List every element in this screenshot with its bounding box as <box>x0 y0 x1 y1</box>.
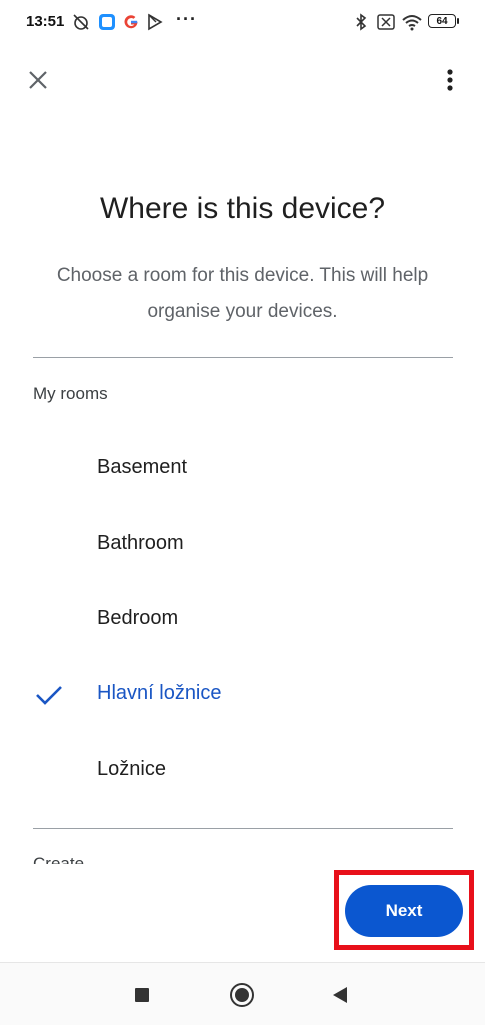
more-notifications-icon: ··· <box>176 9 197 29</box>
play-store-icon <box>146 12 164 32</box>
recents-button[interactable] <box>124 977 160 1013</box>
divider-bottom <box>33 828 453 829</box>
back-button[interactable] <box>322 977 358 1013</box>
room-label: Bedroom <box>97 607 179 629</box>
home-button[interactable] <box>224 977 260 1013</box>
room-option-bedroom[interactable]: Bedroom <box>0 589 485 649</box>
messenger-icon <box>98 12 116 32</box>
back-triangle-icon <box>333 987 347 1003</box>
next-section-heading: Create <box>33 854 85 864</box>
home-circle-icon <box>230 983 254 1007</box>
status-bar: 13:51 ··· 64 <box>0 0 485 44</box>
room-label: Bathroom <box>97 532 184 554</box>
next-button[interactable]: Next <box>345 885 463 937</box>
room-label: Ložnice <box>97 758 166 780</box>
room-option-loznice[interactable]: Ložnice <box>0 740 485 800</box>
alarm-off-icon <box>72 12 90 32</box>
my-rooms-heading: My rooms <box>33 384 108 403</box>
bluetooth-icon <box>354 12 368 32</box>
close-button[interactable] <box>22 64 54 96</box>
google-icon <box>122 12 140 32</box>
no-sim-icon <box>377 12 395 32</box>
check-icon <box>36 686 62 705</box>
room-option-hlavni-loznice[interactable]: Hlavní ložnice <box>0 664 485 724</box>
wifi-icon <box>401 12 423 32</box>
room-label: Basement <box>97 456 188 478</box>
recents-square-icon <box>135 988 149 1002</box>
page-title: Where is this device? <box>99 192 386 225</box>
room-option-basement[interactable]: Basement <box>0 438 485 498</box>
navigation-bar <box>0 962 485 1025</box>
close-icon <box>29 71 47 89</box>
more-options-button[interactable] <box>434 64 466 96</box>
divider-top <box>33 357 453 358</box>
more-vert-icon <box>447 69 453 91</box>
status-time: 13:51 <box>26 13 65 30</box>
battery-indicator: 64 <box>428 14 459 28</box>
room-label: Hlavní ložnice <box>97 682 222 704</box>
room-option-bathroom[interactable]: Bathroom <box>0 514 485 574</box>
page-subtitle: Choose a room for this device. This will… <box>56 265 429 322</box>
